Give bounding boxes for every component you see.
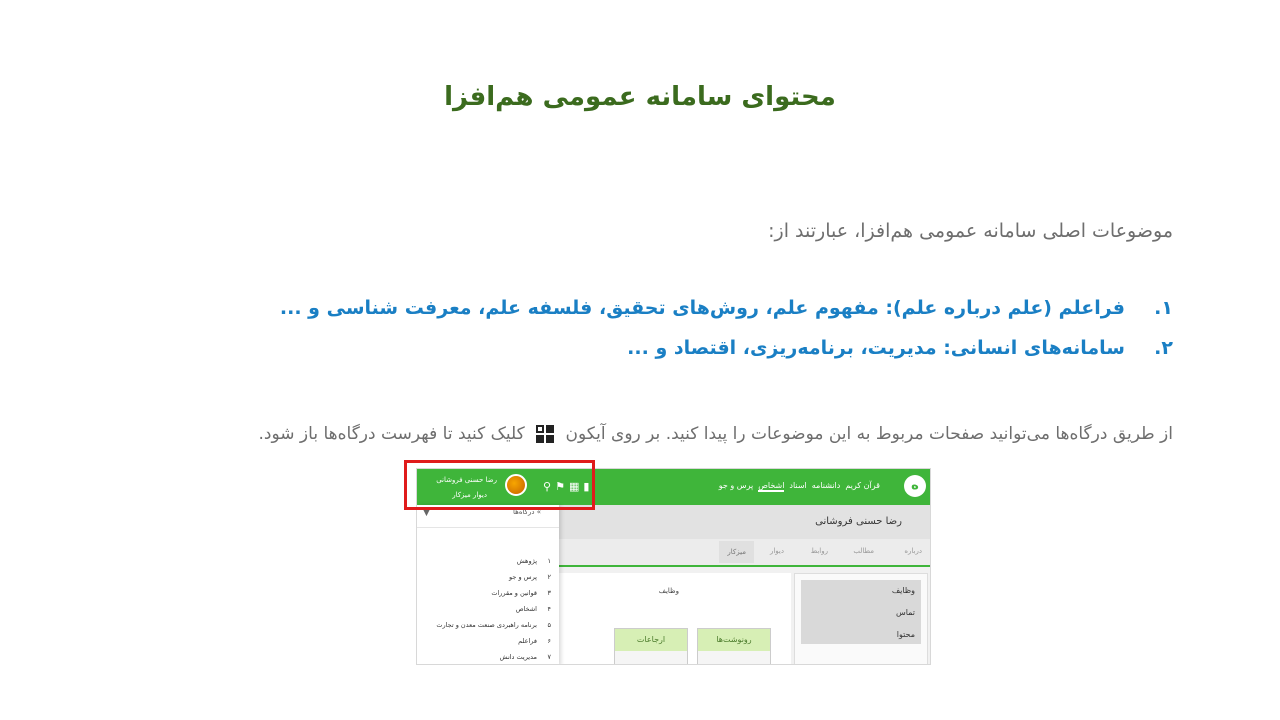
- topic-text: فراعلم (علم درباره علم): مفهوم علم، روش‌…: [279, 297, 1125, 319]
- portal-item[interactable]: ۶فراعلم: [436, 633, 551, 649]
- card-title: ارجاعات: [615, 629, 687, 651]
- topic-item: ۲. سامانه‌های انسانی: مدیریت، برنامه‌ریز…: [280, 328, 1173, 368]
- portal-text-after: کلیک کنید تا فهرست درگاه‌ها باز شود.: [258, 424, 525, 444]
- desk-panel: وظایف رونوشت‌ها ارجاعات: [559, 573, 791, 664]
- site-logo[interactable]: ه: [904, 475, 926, 497]
- tab-wall[interactable]: دیوار: [770, 547, 784, 555]
- topic-text: سامانه‌های انسانی: مدیریت، برنامه‌ریزی، …: [627, 337, 1125, 359]
- tab-about[interactable]: درباره: [904, 547, 922, 555]
- side-menu-box: وظایف تماس محتوا: [801, 580, 921, 644]
- portal-item[interactable]: ۴اشخاص: [436, 601, 551, 617]
- portals-dropdown: » درگاه‌ها ▼ ۱پژوهش ۲پرس و جو ۳قوانین و …: [417, 505, 559, 664]
- nav-item-active[interactable]: اشخاص: [758, 481, 785, 492]
- portal-item[interactable]: ۷مدیریت دانش: [436, 649, 551, 664]
- portal-grid-icon: [536, 425, 555, 443]
- tab-relations[interactable]: روابط: [811, 547, 828, 555]
- topic-number: ۲.: [1154, 337, 1173, 359]
- nav-item[interactable]: دانشنامه: [812, 481, 841, 492]
- side-menu: وظایف تماس محتوا: [794, 573, 928, 664]
- portal-item[interactable]: ۱پژوهش: [436, 553, 551, 569]
- card-copies[interactable]: رونوشت‌ها: [697, 628, 771, 664]
- profile-header: رضا حسنی فروشانی: [559, 505, 930, 539]
- profile-tabs: درباره مطالب روابط دیوار میزکار: [559, 539, 930, 567]
- highlight-box: [404, 460, 595, 510]
- card-title: رونوشت‌ها: [698, 629, 770, 651]
- duties-label: وظایف: [658, 587, 679, 595]
- tab-desk[interactable]: میزکار: [719, 541, 754, 563]
- card-referrals[interactable]: ارجاعات: [614, 628, 688, 664]
- topic-item: ۱. فراعلم (علم درباره علم): مفهوم علم، ر…: [280, 288, 1173, 328]
- tab-posts[interactable]: مطالب: [853, 547, 874, 555]
- topic-number: ۱.: [1154, 297, 1173, 319]
- portal-item[interactable]: ۵برنامه راهبردی صنعت معدن و تجارت: [436, 617, 551, 633]
- portal-item[interactable]: ۲پرس و جو: [436, 569, 551, 585]
- portal-text-before: از طریق درگاه‌ها می‌توانید صفحات مربوط ب…: [565, 424, 1173, 444]
- portal-instruction: از طریق درگاه‌ها می‌توانید صفحات مربوط ب…: [259, 424, 1173, 444]
- side-item-contact[interactable]: تماس: [801, 602, 921, 624]
- main-nav: قرآن کریم دانشنامه اسناد اشخاص پرس و جو: [719, 481, 880, 492]
- side-item-content[interactable]: محتوا: [801, 624, 921, 646]
- nav-item[interactable]: پرس و جو: [719, 481, 753, 492]
- nav-item[interactable]: قرآن کریم: [845, 481, 880, 492]
- portals-list: ۱پژوهش ۲پرس و جو ۳قوانین و مقررات ۴اشخاص…: [436, 553, 551, 664]
- portal-item[interactable]: ۳قوانین و مقررات: [436, 585, 551, 601]
- intro-text: موضوعات اصلی سامانه عمومی هم‌افزا، عبارت…: [768, 220, 1173, 242]
- topic-list: ۱. فراعلم (علم درباره علم): مفهوم علم، ر…: [280, 288, 1173, 368]
- nav-item[interactable]: اسناد: [789, 481, 806, 492]
- profile-name: رضا حسنی فروشانی: [815, 516, 902, 527]
- slide-title: محتوای سامانه عمومی هم‌افزا: [444, 82, 836, 112]
- side-item-duties[interactable]: وظایف: [801, 580, 921, 602]
